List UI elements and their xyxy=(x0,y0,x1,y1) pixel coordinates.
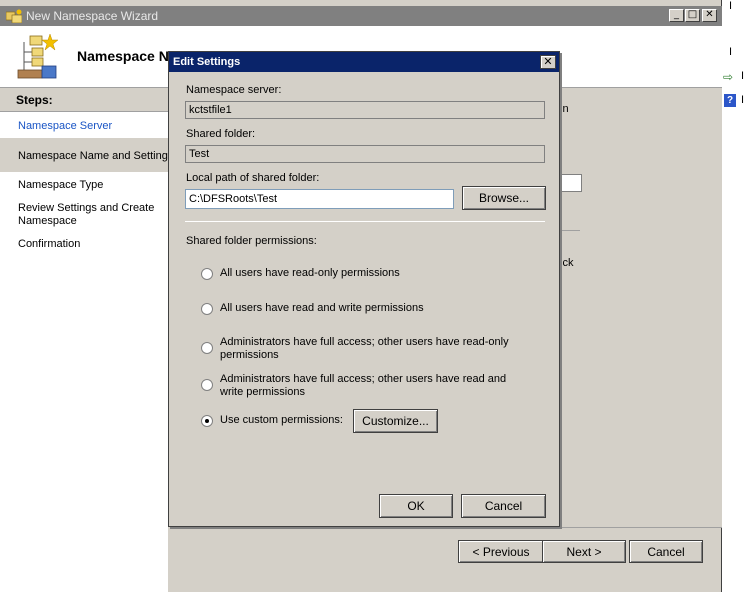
dialog-titlebar[interactable]: Edit Settings xyxy=(169,52,559,72)
step-namespace-name-and-settings[interactable]: Namespace Name and Settings xyxy=(18,150,173,162)
dialog-cancel-button[interactable]: Cancel xyxy=(461,494,546,518)
background-text: I xyxy=(741,70,745,82)
background-text: I xyxy=(729,46,733,58)
browse-button[interactable]: Browse... xyxy=(462,186,546,210)
namespace-server-field: kctstfile1 xyxy=(185,101,545,119)
shared-folder-field: Test xyxy=(185,145,545,163)
background-text: I xyxy=(729,0,733,12)
namespace-server-label: Namespace server: xyxy=(186,84,282,96)
previous-button[interactable]: < Previous xyxy=(458,540,544,563)
permission-option-label: All users have read and write permission… xyxy=(220,302,424,314)
wizard-titlebar[interactable]: New Namespace Wizard _ □ ✕ xyxy=(0,6,722,26)
next-button[interactable]: Next > xyxy=(542,540,626,563)
radio-button[interactable] xyxy=(201,303,213,315)
step-confirmation: Confirmation xyxy=(18,238,81,250)
wizard-title-text: New Namespace Wizard xyxy=(26,9,159,23)
help-icon: ? xyxy=(724,94,736,107)
namespace-wizard-icon xyxy=(6,9,22,23)
local-path-label: Local path of shared folder: xyxy=(186,172,320,184)
partially-hidden-separator xyxy=(560,230,580,231)
namespace-folders-icon xyxy=(17,33,58,79)
dialog-title-text: Edit Settings xyxy=(173,56,241,68)
wizard-cancel-button[interactable]: Cancel xyxy=(629,540,703,563)
steps-heading: Steps: xyxy=(0,88,168,112)
close-button[interactable]: ✕ xyxy=(702,9,717,22)
permissions-label: Shared folder permissions: xyxy=(186,235,317,247)
partially-hidden-text: ick xyxy=(560,257,574,269)
step-review-settings: Review Settings and Create Namespace xyxy=(18,202,155,227)
partially-hidden-input[interactable] xyxy=(560,174,582,192)
dialog-separator xyxy=(185,221,545,222)
radio-button[interactable] xyxy=(201,379,213,391)
wizard-footer-separator xyxy=(176,527,722,528)
partially-hidden-text: in xyxy=(560,103,569,115)
permission-option-label: Administrators have full access; other u… xyxy=(220,336,509,361)
minimize-button[interactable]: _ xyxy=(669,9,684,22)
customize-button[interactable]: Customize... xyxy=(353,409,438,433)
permission-option-label: All users have read-only permissions xyxy=(220,267,400,279)
radio-button-selected[interactable] xyxy=(201,415,213,427)
ok-button[interactable]: OK xyxy=(379,494,453,518)
steps-pane: Steps: Namespace Server Namespace Name a… xyxy=(0,88,173,592)
permission-option-label: Administrators have full access; other u… xyxy=(220,373,507,398)
maximize-button[interactable]: □ xyxy=(685,9,700,22)
edit-settings-dialog: Edit Settings ✕ Namespace server: kctstf… xyxy=(168,51,560,527)
radio-button[interactable] xyxy=(201,268,213,280)
background-window-edge: I I ⇨ I ? I xyxy=(720,0,751,592)
shared-folder-label: Shared folder: xyxy=(186,128,256,140)
dialog-close-icon[interactable]: ✕ xyxy=(540,55,556,69)
radio-button[interactable] xyxy=(201,342,213,354)
background-text: I xyxy=(741,94,745,106)
step-namespace-type: Namespace Type xyxy=(18,179,104,191)
local-path-input[interactable] xyxy=(185,189,454,209)
add-icon: ⇨ xyxy=(723,70,734,84)
wizard-header-title: Namespace N xyxy=(77,48,169,64)
step-namespace-server[interactable]: Namespace Server xyxy=(18,120,112,132)
